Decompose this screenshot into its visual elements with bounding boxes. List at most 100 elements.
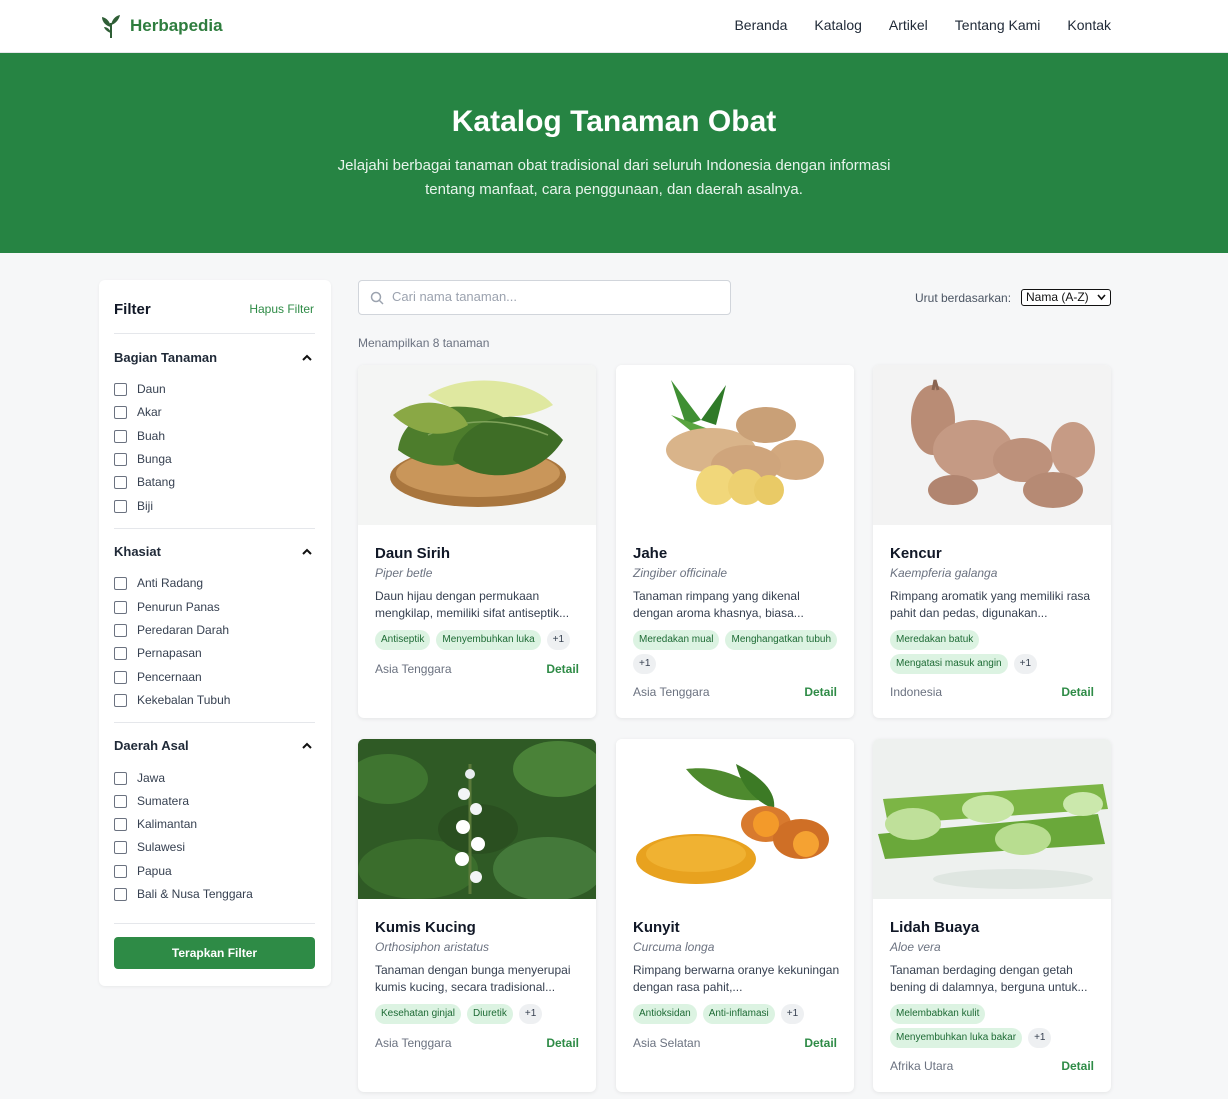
checkbox-box[interactable] <box>114 887 127 901</box>
checkbox-kalimantan[interactable]: Kalimantan <box>114 817 197 831</box>
checkbox-box[interactable] <box>114 382 127 396</box>
plant-image[interactable] <box>616 365 854 525</box>
checkbox-batang[interactable]: Batang <box>114 475 175 489</box>
search-box[interactable] <box>358 280 731 315</box>
plant-origin: Asia Tenggara <box>633 685 710 699</box>
checkbox-kekebalan-tubuh[interactable]: Kekebalan Tubuh <box>114 693 230 707</box>
checkbox-box[interactable] <box>114 475 127 489</box>
nav-katalog[interactable]: Katalog <box>814 17 861 33</box>
checkbox-daun[interactable]: Daun <box>114 382 166 396</box>
benefit-tag: Mengatasi masuk angin <box>890 654 1008 674</box>
checkbox-buah[interactable]: Buah <box>114 429 165 443</box>
plant-description: Tanaman dengan bunga menyerupai kumis ku… <box>375 963 571 994</box>
checkbox-box[interactable] <box>114 864 127 878</box>
checkbox-box[interactable] <box>114 452 127 466</box>
checkbox-box[interactable] <box>114 405 127 419</box>
checkbox-pencernaan[interactable]: Pencernaan <box>114 670 202 684</box>
checkbox-akar[interactable]: Akar <box>114 405 162 419</box>
checkbox-box[interactable] <box>114 670 127 684</box>
plant-origin: Afrika Utara <box>890 1059 954 1073</box>
plant-card[interactable]: Lidah Buaya Aloe vera Tanaman berdaging … <box>873 739 1111 1092</box>
chevron-up-icon[interactable] <box>300 739 314 753</box>
checkbox-box[interactable] <box>114 499 127 513</box>
checkbox-papua[interactable]: Papua <box>114 864 172 878</box>
section-title-bagian-tanaman[interactable]: Bagian Tanaman <box>114 350 217 365</box>
tag-list: Antioksidan Anti-inflamasi +1 <box>633 1004 841 1024</box>
checkbox-bali-nusa-tenggara[interactable]: Bali & Nusa Tenggara <box>114 887 253 901</box>
more-tags-badge: +1 <box>633 654 657 674</box>
checkbox-jawa[interactable]: Jawa <box>114 771 165 785</box>
benefit-tag: Kesehatan ginjal <box>375 1004 461 1024</box>
plant-card[interactable]: Kumis Kucing Orthosiphon aristatus Tanam… <box>358 739 596 1092</box>
tag-list: Meredakan batuk Mengatasi masuk angin +1 <box>890 630 1098 674</box>
plant-card[interactable]: Jahe Zingiber officinale Tanaman rimpang… <box>616 365 854 718</box>
plant-image[interactable] <box>616 739 854 899</box>
ginger-root-image <box>616 365 854 525</box>
checkbox-label: Batang <box>137 475 176 489</box>
sort-select[interactable]: Nama (A-Z) <box>1021 289 1111 306</box>
detail-link[interactable]: Detail <box>1061 1059 1094 1073</box>
plant-name: Kencur <box>890 545 942 562</box>
checkbox-penurun-panas[interactable]: Penurun Panas <box>114 600 220 614</box>
detail-link[interactable]: Detail <box>804 685 837 699</box>
nav-kontak[interactable]: Kontak <box>1067 17 1111 33</box>
checkbox-peredaran-darah[interactable]: Peredaran Darah <box>114 623 229 637</box>
checkbox-sumatera[interactable]: Sumatera <box>114 794 189 808</box>
checkbox-label: Sulawesi <box>137 840 186 854</box>
checkbox-bunga[interactable]: Bunga <box>114 452 172 466</box>
plant-origin: Indonesia <box>890 685 943 699</box>
section-title-daerah-asal[interactable]: Daerah Asal <box>114 738 189 753</box>
sort-label: Urut berdasarkan: <box>915 291 1012 305</box>
checkbox-box[interactable] <box>114 646 127 660</box>
checkbox-sulawesi[interactable]: Sulawesi <box>114 840 185 854</box>
plant-name: Kunyit <box>633 919 680 936</box>
search-icon <box>370 291 384 305</box>
checkbox-box[interactable] <box>114 429 127 443</box>
checkbox-label: Pernapasan <box>137 646 202 660</box>
checkbox-label: Buah <box>137 429 166 443</box>
search-input[interactable] <box>392 289 712 304</box>
detail-link[interactable]: Detail <box>546 1036 579 1050</box>
checkbox-label: Jawa <box>137 771 166 785</box>
checkbox-label: Bunga <box>137 452 172 466</box>
checkbox-pernapasan[interactable]: Pernapasan <box>114 646 202 660</box>
plant-image[interactable] <box>873 365 1111 525</box>
detail-link[interactable]: Detail <box>546 662 579 676</box>
checkbox-box[interactable] <box>114 693 127 707</box>
checkbox-label: Kekebalan Tubuh <box>137 693 231 707</box>
detail-link[interactable]: Detail <box>804 1036 837 1050</box>
plant-image[interactable] <box>358 365 596 525</box>
checkbox-box[interactable] <box>114 600 127 614</box>
apply-filter-button[interactable]: Terapkan Filter <box>114 937 315 969</box>
checkbox-label: Pencernaan <box>137 670 202 684</box>
checkbox-box[interactable] <box>114 840 127 854</box>
checkbox-box[interactable] <box>114 576 127 590</box>
section-title-khasiat[interactable]: Khasiat <box>114 544 161 559</box>
plant-latin-name: Kaempferia galanga <box>890 566 998 580</box>
top-navbar: Herbapedia Beranda Katalog Artikel Tenta… <box>0 0 1228 53</box>
plant-card[interactable]: Daun Sirih Piper betle Daun hijau dengan… <box>358 365 596 718</box>
nav-beranda[interactable]: Beranda <box>734 17 787 33</box>
nav-artikel[interactable]: Artikel <box>889 17 928 33</box>
chevron-down-icon <box>1097 294 1106 301</box>
checkbox-box[interactable] <box>114 794 127 808</box>
plant-card[interactable]: Kunyit Curcuma longa Rimpang berwarna or… <box>616 739 854 1092</box>
nav-tentang-kami[interactable]: Tentang Kami <box>955 17 1041 33</box>
plant-latin-name: Orthosiphon aristatus <box>375 940 490 954</box>
plant-card[interactable]: Kencur Kaempferia galanga Rimpang aromat… <box>873 365 1111 718</box>
checkbox-box[interactable] <box>114 771 127 785</box>
clear-filter-link[interactable]: Hapus Filter <box>249 302 314 316</box>
detail-link[interactable]: Detail <box>1061 685 1094 699</box>
checkbox-label: Biji <box>137 499 154 513</box>
checkbox-biji[interactable]: Biji <box>114 499 153 513</box>
brand-logo[interactable]: Herbapedia <box>100 13 223 39</box>
plant-image[interactable] <box>873 739 1111 899</box>
chevron-up-icon[interactable] <box>300 351 314 365</box>
plant-image[interactable] <box>358 739 596 899</box>
checkbox-box[interactable] <box>114 623 127 637</box>
chevron-up-icon[interactable] <box>300 545 314 559</box>
checkbox-label: Akar <box>137 405 162 419</box>
benefit-tag: Menghangatkan tubuh <box>725 630 838 650</box>
checkbox-anti-radang[interactable]: Anti Radang <box>114 576 203 590</box>
checkbox-box[interactable] <box>114 817 127 831</box>
